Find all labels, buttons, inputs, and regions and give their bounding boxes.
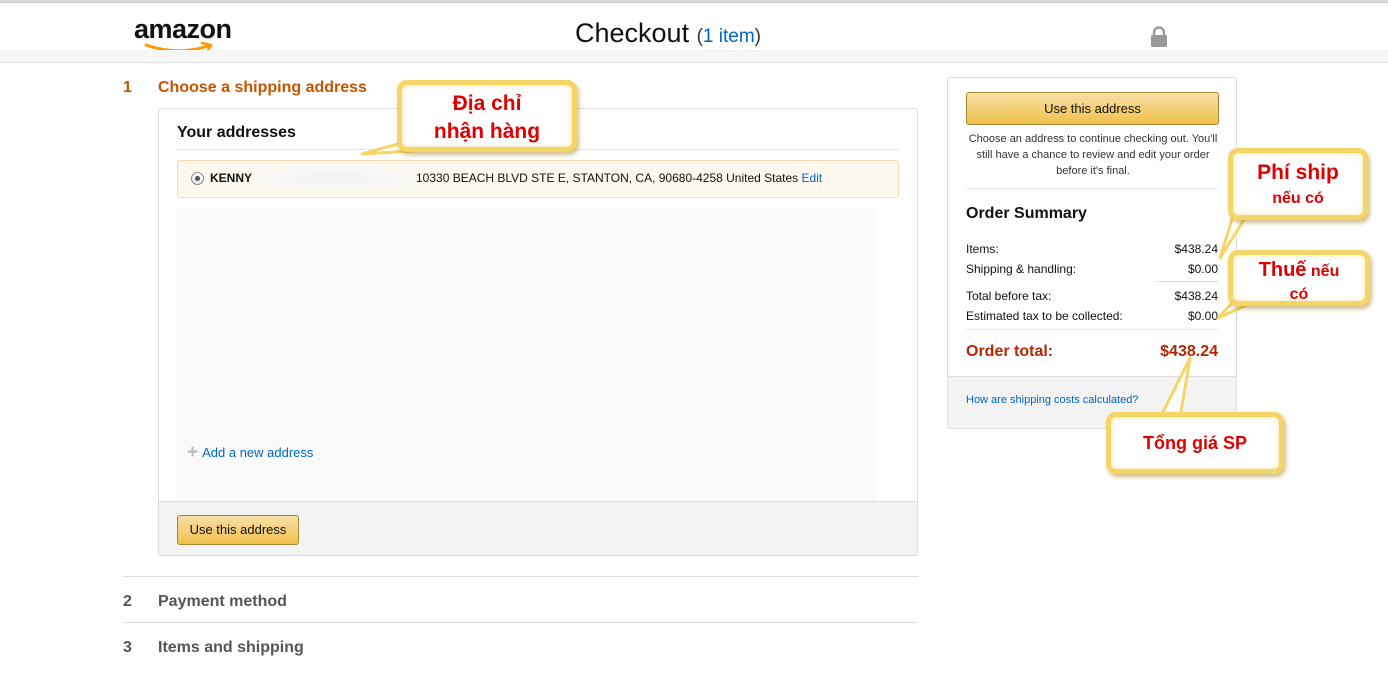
item-count-link[interactable]: 1 item xyxy=(703,26,755,47)
your-addresses-heading: Your addresses xyxy=(177,124,296,141)
add-new-address-link[interactable]: + Add a new address xyxy=(187,442,313,464)
order-summary-title: Order Summary xyxy=(966,205,1087,222)
order-total-row: Order total: $438.24 xyxy=(966,343,1218,361)
address-name: KENNY xyxy=(210,171,253,185)
callout-address: Địa chỉ nhận hàng xyxy=(397,80,577,152)
summary-value: $0.00 xyxy=(1187,309,1218,323)
callout-tax-line1: Thuế nếu xyxy=(1233,257,1365,285)
step-2-number: 2 xyxy=(123,593,132,610)
address-option-selected[interactable]: KENNY 10330 BEACH BLVD STE E, STANTON, C… xyxy=(177,160,899,198)
address-radio[interactable] xyxy=(191,172,204,185)
step-1-number: 1 xyxy=(123,79,132,96)
address-list-area xyxy=(177,209,877,521)
callout-shipping-fee: Phí ship nếu có xyxy=(1228,148,1368,220)
page-title: Checkout (1 item) xyxy=(575,18,761,49)
summary-row-items: Items: $438.24 xyxy=(966,242,1218,256)
step-3-number: 3 xyxy=(123,639,132,656)
callout-shipping-line1: Phí ship xyxy=(1257,161,1339,184)
order-total-label: Order total: xyxy=(966,343,1054,360)
address-panel-footer: Use this address xyxy=(159,501,917,555)
summary-divider xyxy=(966,188,1218,189)
checkout-header: amazon Checkout (1 item) xyxy=(0,4,1388,54)
address-text: 10330 BEACH BLVD STE E, STANTON, CA, 906… xyxy=(416,171,799,185)
summary-value: $438.24 xyxy=(1174,289,1218,303)
lock-icon xyxy=(1151,26,1167,47)
summary-row-tax: Estimated tax to be collected: $0.00 xyxy=(966,309,1218,323)
step-2-title[interactable]: Payment method xyxy=(158,593,287,611)
total-divider xyxy=(966,329,1218,330)
summary-note: Choose an address to continue checking o… xyxy=(968,133,1218,177)
callout-tax-word: Thuế xyxy=(1258,259,1307,281)
summary-label: Items: xyxy=(966,242,999,256)
callout-address-line1: Địa chỉ xyxy=(452,92,522,115)
step-3-title[interactable]: Items and shipping xyxy=(158,639,304,657)
address-panel: Your addresses KENNY 10330 BEACH BLVD ST… xyxy=(158,108,918,556)
step-divider xyxy=(123,622,918,623)
summary-label: Total before tax: xyxy=(966,289,1052,303)
edit-address-link[interactable]: Edit xyxy=(802,171,823,185)
step-1-title: Choose a shipping address xyxy=(158,79,367,96)
add-new-address-label: Add a new address xyxy=(202,445,314,460)
order-total-value: $438.24 xyxy=(1160,343,1218,360)
address-line: 10330 BEACH BLVD STE E, STANTON, CA, 906… xyxy=(416,171,822,185)
summary-use-this-address-button[interactable]: Use this address xyxy=(966,92,1219,125)
summary-row-total-before-tax: Total before tax: $438.24 xyxy=(966,289,1218,303)
plus-icon: + xyxy=(187,442,199,463)
callout-total-text: Tổng giá SP xyxy=(1142,433,1247,453)
use-this-address-button[interactable]: Use this address xyxy=(177,515,299,545)
summary-row-shipping: Shipping & handling: $0.00 xyxy=(966,262,1218,276)
summary-label: Estimated tax to be collected: xyxy=(966,309,1123,323)
callout-address-line2: nhận hàng xyxy=(433,120,541,143)
order-summary-panel: Use this address Choose an address to co… xyxy=(947,77,1237,429)
shipping-costs-link[interactable]: How are shipping costs calculated? xyxy=(966,394,1138,406)
callout-tax-word2: nếu xyxy=(1310,263,1340,280)
logo-text: amazon xyxy=(134,14,232,44)
callout-tax-line2: có xyxy=(1289,286,1309,303)
summary-label: Shipping & handling: xyxy=(966,262,1077,276)
redacted-name-blur xyxy=(256,168,414,190)
item-count: (1 item) xyxy=(697,26,761,47)
callout-total: Tổng giá SP xyxy=(1106,412,1284,474)
header-band xyxy=(0,50,1388,63)
summary-value: $438.24 xyxy=(1174,242,1218,256)
callout-shipping-line2: nếu có xyxy=(1272,190,1324,207)
page-title-text: Checkout xyxy=(575,18,690,48)
item-count-close: ) xyxy=(754,26,761,47)
window-top-border xyxy=(0,0,1388,3)
step-divider xyxy=(123,576,918,577)
summary-value: $0.00 xyxy=(1187,262,1218,276)
subtotal-rule xyxy=(1156,281,1218,282)
callout-tax: Thuế nếu có xyxy=(1228,250,1370,306)
